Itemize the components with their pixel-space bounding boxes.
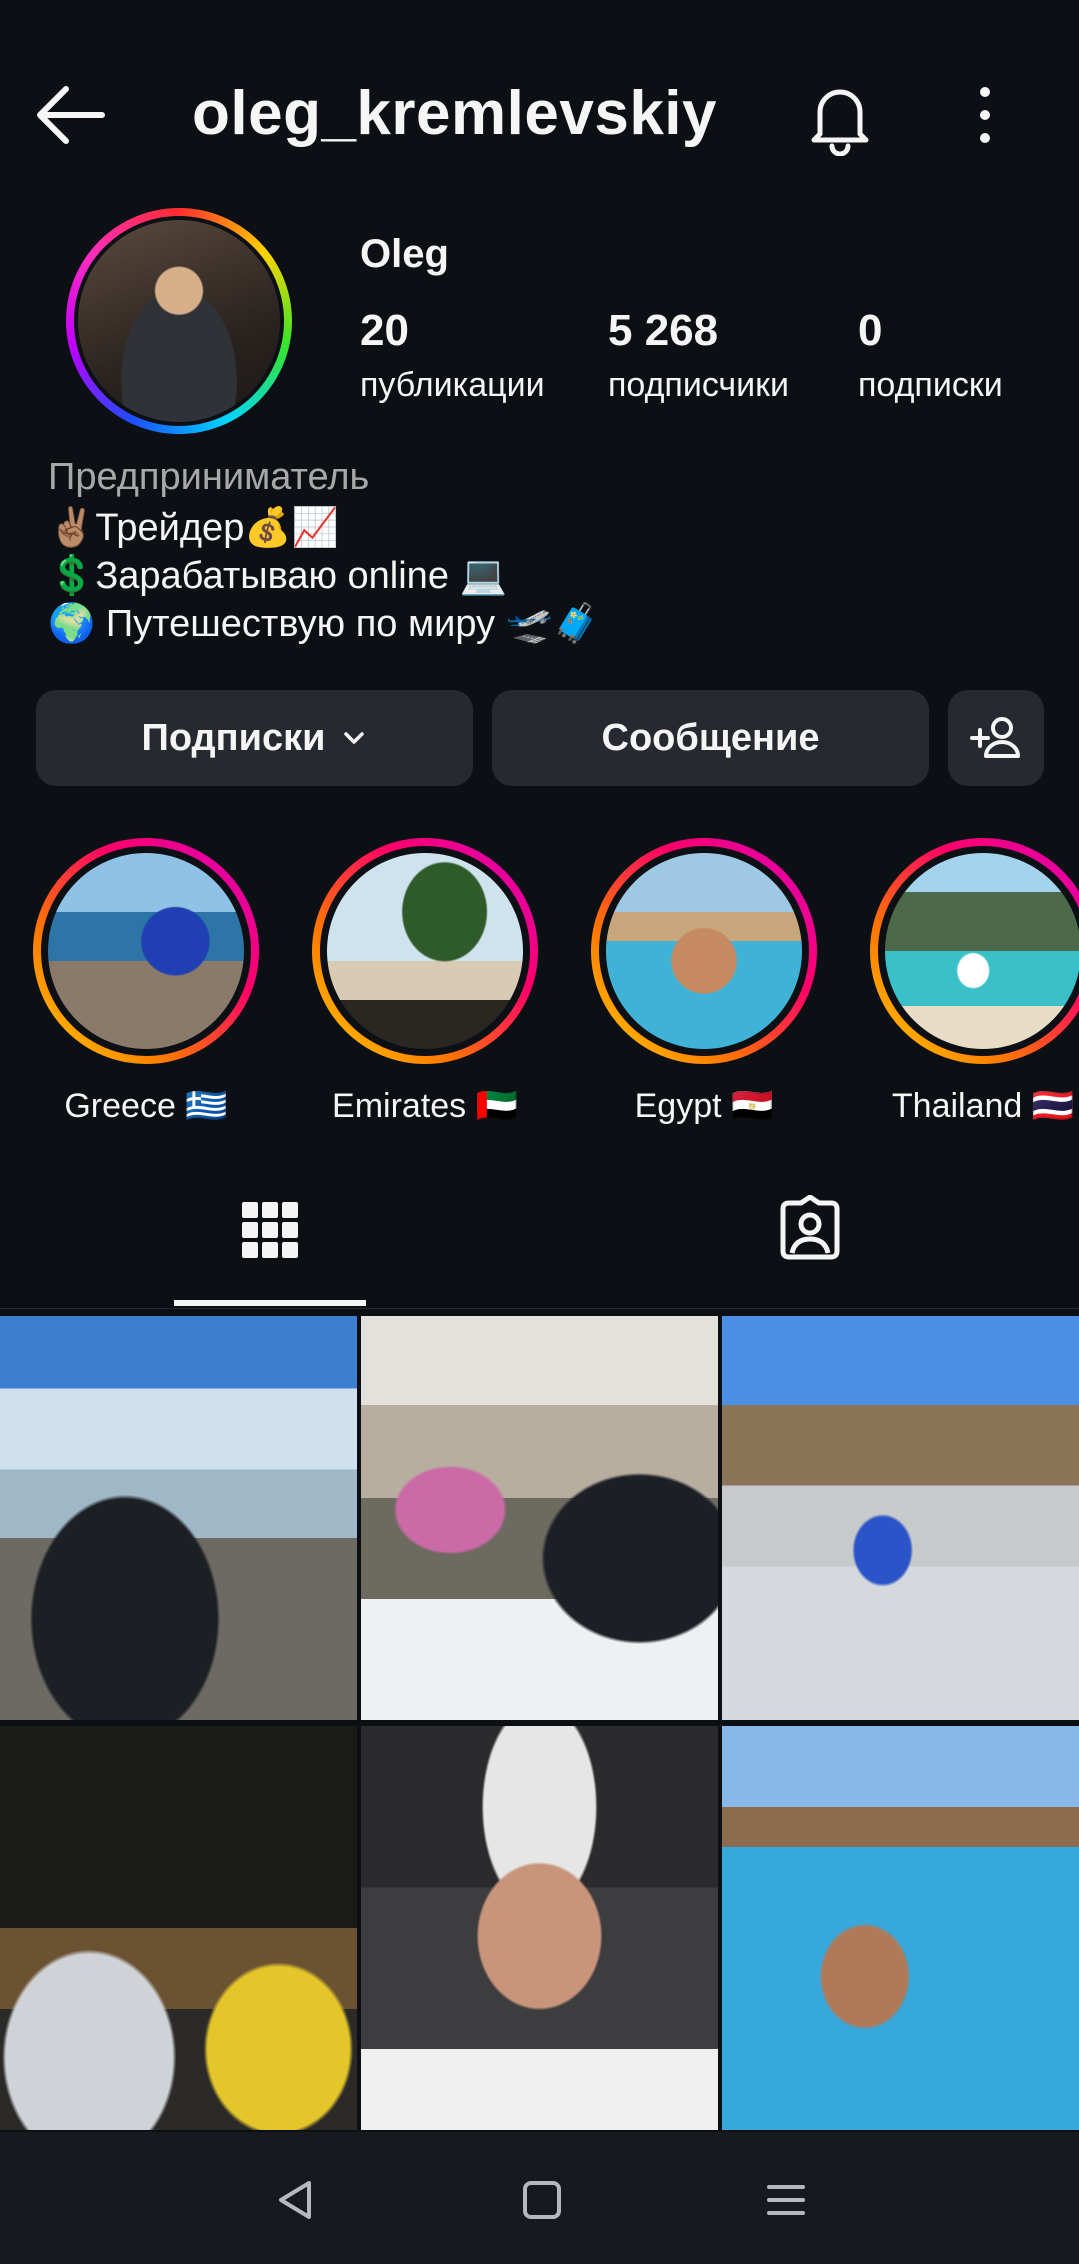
post-thumbnail[interactable] xyxy=(0,1316,357,1720)
highlight-label: Emirates 🇦🇪 xyxy=(332,1087,518,1125)
stat-followers[interactable]: 5 268 подписчики xyxy=(608,306,789,405)
highlight-ring xyxy=(33,838,259,1064)
highlight-cover xyxy=(606,853,802,1049)
arrow-left-icon xyxy=(37,86,105,144)
highlight-ring xyxy=(312,838,538,1064)
highlight-label: Thailand 🇹🇭 xyxy=(891,1087,1075,1125)
nav-recents-button[interactable] xyxy=(746,2160,826,2240)
grid-icon xyxy=(242,1202,298,1258)
highlight-frame xyxy=(878,846,1079,1056)
stat-followers-label: подписчики xyxy=(608,366,790,404)
avatar-photo xyxy=(78,220,280,422)
post-image xyxy=(0,1726,357,2130)
highlight-thailand[interactable]: Thailand 🇹🇭 xyxy=(870,838,1079,1126)
message-button-label: Сообщение xyxy=(601,716,820,759)
message-button[interactable]: Сообщение xyxy=(492,690,929,786)
stat-followers-count: 5 268 xyxy=(608,306,719,355)
more-options-button[interactable] xyxy=(960,80,1010,150)
highlight-frame xyxy=(41,846,251,1056)
profile-username: oleg_kremlevskiy xyxy=(192,79,718,148)
highlight-egypt[interactable]: Egypt 🇪🇬 xyxy=(591,838,817,1126)
bio-line: ✌🏽Трейдер💰📈 xyxy=(48,507,339,549)
highlight-greece[interactable]: Greece 🇬🇷 xyxy=(33,838,259,1126)
bio-category: Предприниматель xyxy=(48,456,370,498)
highlight-ring xyxy=(591,838,817,1064)
back-button[interactable] xyxy=(30,80,110,150)
post-thumbnail[interactable] xyxy=(0,1726,357,2130)
active-tab-indicator xyxy=(174,1300,366,1306)
more-vertical-icon xyxy=(980,87,990,143)
following-dropdown-button[interactable]: Подписки xyxy=(36,690,473,786)
following-button-label: Подписки xyxy=(141,716,326,759)
stat-posts[interactable]: 20 публикации xyxy=(360,306,545,405)
post-image xyxy=(361,1726,718,2130)
post-thumbnail[interactable] xyxy=(722,1726,1079,2130)
tab-divider xyxy=(0,1308,1079,1309)
highlight-cover xyxy=(327,853,523,1049)
post-thumbnail[interactable] xyxy=(361,1726,718,2130)
bio-line: 🌍 Путешествую по миру 🛫🧳 xyxy=(48,603,601,645)
nav-back-button[interactable] xyxy=(256,2160,336,2240)
highlight-frame xyxy=(599,846,809,1056)
stat-following-label: подписки xyxy=(858,366,1003,404)
highlight-label: Greece 🇬🇷 xyxy=(64,1087,228,1125)
bio-line: 💲Зарабатываю online 💻 xyxy=(48,555,507,597)
stat-posts-count: 20 xyxy=(360,306,409,355)
profile-avatar[interactable] xyxy=(66,208,292,434)
highlight-label: Egypt 🇪🇬 xyxy=(634,1087,774,1125)
tab-tagged[interactable] xyxy=(760,1180,860,1280)
tab-posts-grid[interactable] xyxy=(220,1180,320,1280)
tagged-person-icon xyxy=(780,1195,840,1260)
highlight-cover xyxy=(885,853,1079,1049)
top-bar: oleg_kremlevskiy xyxy=(0,0,1079,230)
stat-posts-label: публикации xyxy=(360,366,545,404)
recents-menu-icon xyxy=(767,2185,805,2215)
back-triangle-icon xyxy=(279,2181,311,2219)
highlight-ring xyxy=(870,838,1079,1064)
nav-home-button[interactable] xyxy=(502,2160,582,2240)
chevron-down-icon xyxy=(344,732,365,744)
stat-following[interactable]: 0 подписки xyxy=(858,306,1003,405)
system-navigation-bar xyxy=(0,2132,1079,2264)
post-thumbnail[interactable] xyxy=(722,1316,1079,1720)
profile-bio: Предприниматель ✌🏽Трейдер💰📈 💲Зарабатываю… xyxy=(48,456,1048,648)
post-image xyxy=(722,1316,1079,1720)
home-square-icon xyxy=(523,2181,561,2219)
posts-grid xyxy=(0,1316,1079,2132)
suggested-users-button[interactable] xyxy=(948,690,1044,786)
stat-following-count: 0 xyxy=(858,306,883,355)
highlight-frame xyxy=(320,846,530,1056)
post-image xyxy=(722,1726,1079,2130)
highlight-emirates[interactable]: Emirates 🇦🇪 xyxy=(312,838,538,1126)
add-user-icon xyxy=(970,717,1020,758)
profile-display-name: Oleg xyxy=(360,232,449,276)
highlight-cover xyxy=(48,853,244,1049)
post-image xyxy=(361,1316,718,1720)
notifications-button[interactable] xyxy=(800,76,880,157)
avatar-frame xyxy=(74,216,284,426)
bell-icon xyxy=(811,89,869,157)
post-thumbnail[interactable] xyxy=(361,1316,718,1720)
post-image xyxy=(0,1316,357,1720)
